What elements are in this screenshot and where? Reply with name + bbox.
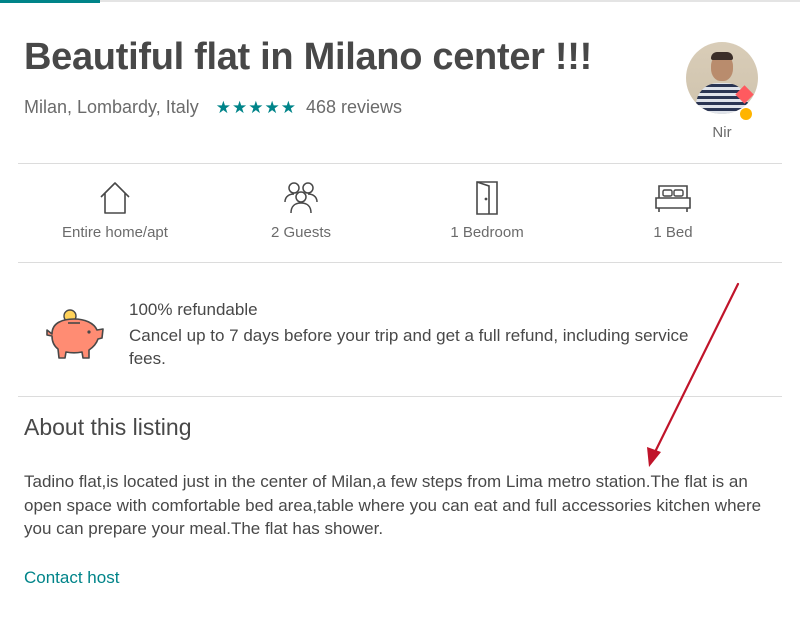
amenities-row: Entire home/apt 2 Guests 1 Bedroom 1 Bed (22, 180, 776, 250)
refund-description: Cancel up to 7 days before your trip and… (129, 326, 689, 368)
piggy-bank-icon (46, 309, 104, 359)
host-name[interactable]: Nir (686, 124, 758, 141)
host-profile[interactable] (686, 42, 758, 114)
amenity-label: 2 Guests (270, 224, 332, 241)
house-icon (100, 182, 130, 214)
guests-icon (284, 182, 318, 214)
amenity-bedrooms: 1 Bedroom (394, 180, 580, 241)
door-icon (476, 181, 498, 215)
about-description: Tadino flat,is located just in the cente… (24, 472, 762, 538)
amenity-label: 1 Bedroom (450, 224, 524, 241)
amenity-home-type: Entire home/apt (22, 180, 208, 241)
reviews-link[interactable]: 468 reviews (306, 97, 402, 117)
listing-subline: Milan, Lombardy, Italy ★★★★★ 468 reviews (24, 97, 402, 118)
annotation-arrow-head (647, 447, 661, 467)
host-badge-dot-icon (740, 108, 752, 120)
bed-icon (655, 185, 691, 212)
host-avatar[interactable] (686, 42, 758, 114)
avatar-hair (711, 52, 733, 60)
section-divider (18, 262, 782, 263)
section-divider (18, 163, 782, 164)
active-tab-indicator (0, 0, 100, 3)
amenity-beds: 1 Bed (580, 180, 766, 241)
contact-host-link[interactable]: Contact host (24, 568, 119, 588)
rating-stars: ★★★★★ (215, 98, 297, 117)
listing-title: Beautiful flat in Milano center !!! (24, 36, 592, 78)
amenity-label: Entire home/apt (62, 224, 168, 241)
section-divider (18, 396, 782, 397)
amenity-guests: 2 Guests (208, 180, 394, 241)
top-divider (0, 0, 800, 2)
refund-title: 100% refundable (129, 300, 258, 319)
about-heading: About this listing (24, 414, 192, 440)
amenity-label: 1 Bed (653, 224, 693, 241)
listing-location: Milan, Lombardy, Italy (24, 97, 199, 117)
